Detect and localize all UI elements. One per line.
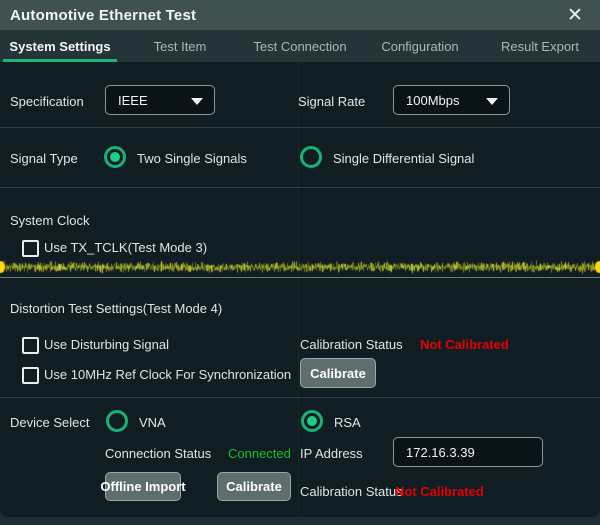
rsa-calibration-status-value: Not Calibrated xyxy=(395,484,484,499)
specification-value: IEEE xyxy=(118,93,148,108)
tab-label: Result Export xyxy=(501,39,579,54)
signal-rate-dropdown[interactable]: 100Mbps xyxy=(393,85,510,115)
scope-screen-edge xyxy=(0,517,600,525)
calibrate-rsa-button[interactable]: Calibrate xyxy=(217,472,291,501)
radio-dot xyxy=(110,152,120,162)
use-tx-tclk-checkbox[interactable] xyxy=(22,240,39,257)
waveform-baseline xyxy=(0,277,600,278)
tab-test-connection[interactable]: Test Connection xyxy=(240,30,360,62)
active-tab-underline xyxy=(3,59,117,62)
radio-single-differential-signal[interactable] xyxy=(300,146,322,168)
signal-rate-value: 100Mbps xyxy=(406,93,459,108)
graticule-seam xyxy=(298,62,299,517)
tab-result-export[interactable]: Result Export xyxy=(480,30,600,62)
radio-vna[interactable] xyxy=(106,410,128,432)
tab-label: System Settings xyxy=(9,39,110,54)
use-disturbing-signal-label: Use Disturbing Signal xyxy=(44,337,169,352)
two-single-signals-label: Two Single Signals xyxy=(137,151,247,166)
connection-status-label: Connection Status xyxy=(105,446,211,461)
radio-two-single-signals[interactable] xyxy=(104,146,126,168)
scope-waveform-trace xyxy=(0,256,600,276)
divider xyxy=(0,127,600,128)
tab-configuration[interactable]: Configuration xyxy=(360,30,480,62)
title-bar: Automotive Ethernet Test xyxy=(0,0,600,30)
tab-label: Configuration xyxy=(381,39,458,54)
vna-label: VNA xyxy=(139,415,166,430)
use-10mhz-ref-clock-label: Use 10MHz Ref Clock For Synchronization xyxy=(44,367,291,382)
calibration-status-label: Calibration Status xyxy=(300,337,403,352)
divider xyxy=(0,187,600,188)
rsa-calibration-status-label: Calibration Status xyxy=(300,484,403,499)
radio-rsa[interactable] xyxy=(301,410,323,432)
offline-import-button[interactable]: Offline Import xyxy=(105,472,181,501)
tab-label: Test Connection xyxy=(253,39,346,54)
ip-address-input[interactable] xyxy=(393,437,543,467)
tab-test-item[interactable]: Test Item xyxy=(120,30,240,62)
radio-dot xyxy=(307,416,317,426)
divider xyxy=(0,397,600,398)
single-differential-signal-label: Single Differential Signal xyxy=(333,151,474,166)
calibration-status-value: Not Calibrated xyxy=(420,337,509,352)
tab-bar: System Settings Test Item Test Connectio… xyxy=(0,30,600,62)
rsa-label: RSA xyxy=(334,415,361,430)
specification-dropdown[interactable]: IEEE xyxy=(105,85,215,115)
automotive-ethernet-test-dialog: Automotive Ethernet Test ✕ System Settin… xyxy=(0,0,600,517)
specification-label: Specification xyxy=(10,94,84,109)
device-select-label: Device Select xyxy=(10,415,89,430)
use-disturbing-signal-checkbox[interactable] xyxy=(22,337,39,354)
tab-system-settings[interactable]: System Settings xyxy=(0,30,120,62)
use-tx-tclk-label: Use TX_TCLK(Test Mode 3) xyxy=(44,240,207,255)
connection-status-value: Connected xyxy=(228,446,291,461)
close-icon[interactable]: ✕ xyxy=(558,0,592,30)
signal-type-label: Signal Type xyxy=(10,151,78,166)
tab-label: Test Item xyxy=(154,39,207,54)
chevron-down-icon xyxy=(486,98,498,105)
distortion-settings-heading: Distortion Test Settings(Test Mode 4) xyxy=(10,301,222,316)
ip-address-label: IP Address xyxy=(300,446,363,461)
calibrate-button[interactable]: Calibrate xyxy=(300,358,376,388)
window-title: Automotive Ethernet Test xyxy=(10,7,196,24)
use-10mhz-ref-clock-checkbox[interactable] xyxy=(22,367,39,384)
signal-rate-label: Signal Rate xyxy=(298,94,365,109)
chevron-down-icon xyxy=(191,98,203,105)
system-clock-heading: System Clock xyxy=(10,213,89,228)
